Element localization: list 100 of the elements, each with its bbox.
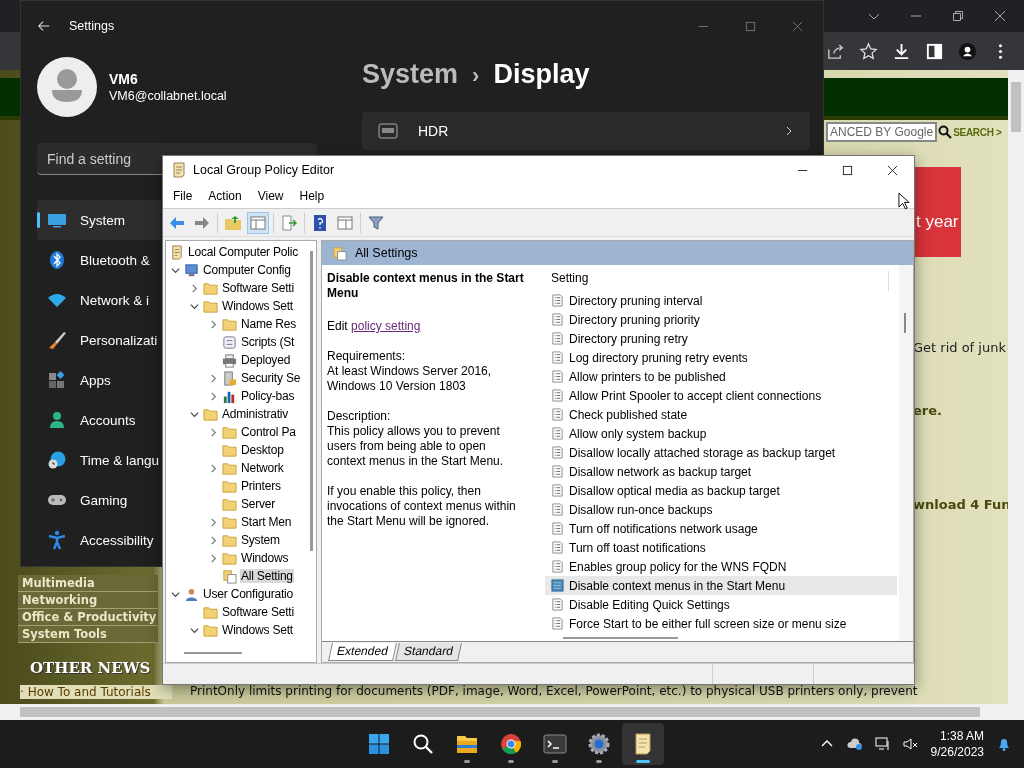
policy-row[interactable]: Allow only system backup [545, 424, 897, 443]
collapse-icon[interactable] [189, 409, 199, 419]
policy-row[interactable]: Disallow run-once backups [545, 500, 897, 519]
policy-row[interactable]: Disallow locally attached storage as backup target [545, 443, 897, 462]
scrollbar[interactable] [1008, 70, 1024, 704]
close-icon[interactable] [887, 164, 898, 176]
search-field[interactable]: ANCED BY Google [826, 122, 938, 142]
menu-link[interactable]: Multimedia [18, 575, 158, 592]
news-link[interactable]: · How To and Tutorials [20, 685, 172, 699]
expand-icon[interactable] [208, 427, 218, 437]
tree-item[interactable]: Windows Sett [221, 623, 294, 637]
tree-item[interactable]: Network [240, 461, 285, 475]
tree-item[interactable]: Name Res [240, 317, 298, 331]
tree-item[interactable]: Scripts (St [240, 335, 296, 349]
tree-item[interactable]: Software Setti [221, 281, 295, 295]
maximize-icon[interactable] [842, 164, 853, 176]
download-icon[interactable] [892, 41, 911, 61]
expand-icon[interactable] [208, 319, 218, 329]
cloud-icon[interactable] [846, 736, 863, 752]
tree-item[interactable]: Policy-bas [240, 389, 296, 403]
policy-row[interactable]: Disallow optical media as backup target [545, 481, 897, 500]
nav-item[interactable]: Gaming [37, 480, 161, 520]
menu-item[interactable]: File [173, 189, 193, 203]
policy-row[interactable]: Force Start to be either full screen size or menu size [545, 614, 897, 633]
bookmark-star-icon[interactable] [859, 41, 878, 61]
expand-icon[interactable] [208, 517, 218, 527]
nav-item[interactable]: Apps [37, 360, 161, 400]
policy-row[interactable]: Turn off toast notifications [545, 538, 897, 557]
collapse-icon[interactable] [189, 301, 199, 311]
policy-row[interactable]: Enables group policy for the WNS FQDN [545, 557, 897, 576]
menu-item[interactable]: Action [208, 189, 242, 203]
nav-item[interactable]: Accessibility [37, 520, 161, 560]
view-tab[interactable]: Standard [394, 643, 462, 661]
network-icon[interactable] [874, 736, 891, 752]
policy-row[interactable]: Disable Editing Quick Settings [545, 595, 897, 614]
tree-item[interactable]: Windows [240, 551, 290, 565]
tree-item[interactable]: Control Pa [240, 425, 297, 439]
tree-item[interactable]: System [240, 533, 281, 547]
nav-item[interactable]: Bluetooth & [37, 240, 161, 280]
menu-item[interactable]: View [257, 189, 284, 203]
collapse-icon[interactable] [170, 265, 180, 275]
search-button[interactable]: SEARCH > [938, 125, 1002, 139]
nav-item[interactable]: Network & i [37, 280, 161, 320]
clock-date[interactable]: 9/26/2023 [930, 744, 984, 760]
side-panel-icon[interactable] [925, 41, 944, 61]
expand-icon[interactable] [208, 553, 218, 563]
policy-row[interactable]: Log directory pruning retry events [545, 348, 897, 367]
nav-item[interactable]: System [37, 200, 161, 240]
notification-bell-icon[interactable] [996, 736, 1012, 752]
policy-row[interactable]: Directory pruning retry [545, 329, 897, 348]
settings-card[interactable]: HDR [362, 112, 810, 150]
tree-item[interactable]: Desktop [240, 443, 285, 457]
menu-item[interactable]: Help [299, 189, 325, 203]
nav-item[interactable]: Time & langu [37, 440, 161, 480]
tree-item[interactable]: Software Setti [221, 605, 295, 619]
restore-icon[interactable] [952, 10, 964, 22]
tree-item[interactable]: Local Computer Polic [187, 245, 300, 259]
menu-link[interactable]: Office & Productivity [18, 609, 158, 626]
tree-item[interactable]: User Configuratio [202, 587, 294, 601]
tree-pane-icon[interactable] [248, 212, 268, 233]
tree-item[interactable]: Start Men [240, 515, 293, 529]
collapse-icon[interactable] [170, 589, 180, 599]
scrollbar[interactable] [0, 704, 1024, 720]
tree-item[interactable]: All Setting [240, 569, 294, 583]
export-icon[interactable] [279, 212, 299, 233]
collapse-icon[interactable] [189, 625, 199, 635]
expand-icon[interactable] [208, 463, 218, 473]
policy-row[interactable]: Turn off notifications network usage [545, 519, 897, 538]
tree-item[interactable]: Server [240, 497, 277, 511]
policy-row[interactable]: Check published state [545, 405, 897, 424]
tree-item[interactable]: Security Se [240, 371, 302, 385]
clock-time[interactable]: 1:38 AM [939, 728, 984, 744]
speaker-muted-icon[interactable] [902, 736, 919, 752]
tree-item[interactable]: Printers [240, 479, 282, 493]
nav-item[interactable]: Personalizati [37, 320, 161, 360]
tree-item[interactable]: Windows Sett [221, 299, 294, 313]
tree-item[interactable]: Deployed [240, 353, 292, 367]
policy-row[interactable]: Directory pruning priority [545, 310, 897, 329]
expand-icon[interactable] [208, 535, 218, 545]
expand-icon[interactable] [208, 391, 218, 401]
nav-item[interactable]: Accounts [37, 400, 161, 440]
expand-icon[interactable] [189, 283, 199, 293]
expand-icon[interactable] [208, 373, 218, 383]
taskbar-button[interactable] [622, 723, 664, 765]
back-arrow-icon[interactable] [37, 19, 51, 33]
menu-link[interactable]: System Tools [18, 626, 158, 643]
tree-item[interactable]: Administrativ [221, 407, 290, 421]
tree-item[interactable]: Computer Config [202, 263, 292, 277]
breadcrumb-link[interactable]: System [362, 59, 459, 90]
profile-icon[interactable] [958, 41, 977, 61]
policy-row[interactable]: Allow Print Spooler to accept client connections [545, 386, 897, 405]
policy-row[interactable]: Disallow network as backup target [545, 462, 897, 481]
view-tab[interactable]: Extended [328, 643, 397, 661]
policy-row[interactable]: Disable context menus in the Start Menu [545, 576, 897, 595]
policy-row[interactable]: Directory pruning interval [545, 291, 897, 310]
policy-row[interactable]: Allow printers to be published [545, 367, 897, 386]
edit-link[interactable]: policy setting [351, 319, 421, 333]
close-icon[interactable] [994, 10, 1006, 22]
column-header[interactable]: Setting [545, 271, 889, 291]
menu-link[interactable]: Networking [18, 592, 158, 609]
